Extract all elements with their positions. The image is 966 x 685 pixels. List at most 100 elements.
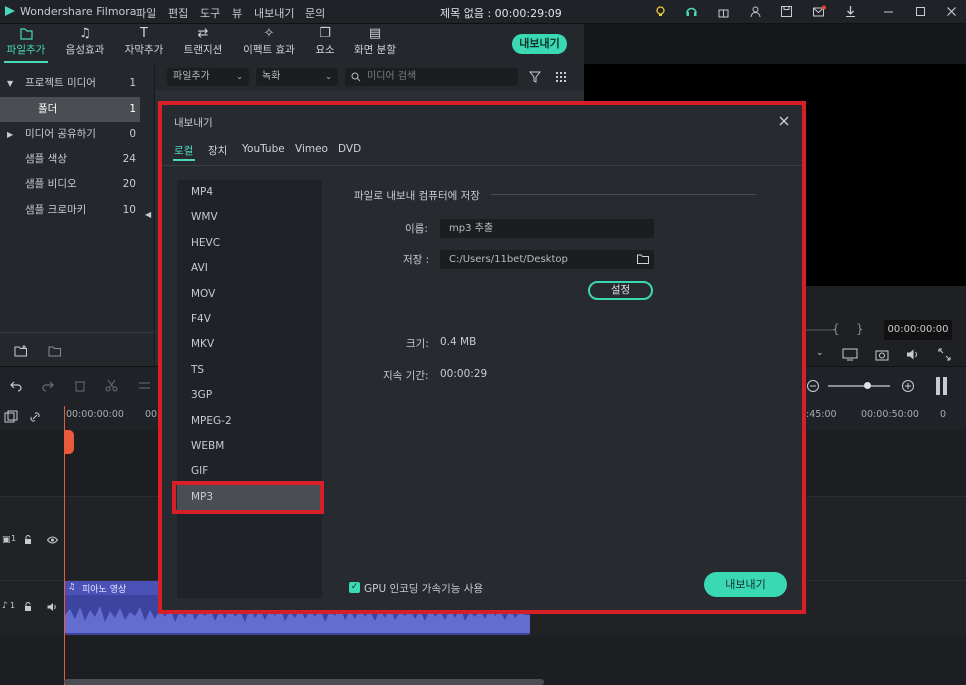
lightbulb-icon[interactable] [654, 5, 667, 18]
lock-icon[interactable] [24, 535, 32, 545]
name-input[interactable]: mp3 추출 [440, 219, 654, 238]
redo-icon[interactable] [41, 380, 54, 392]
expand-down-icon[interactable]: ▼ [7, 71, 13, 96]
adjust-icon[interactable] [138, 379, 151, 392]
tab-split-screen[interactable]: ▤ 화면 분할 [352, 26, 398, 62]
size-label: 크기: [406, 338, 429, 350]
eye-icon[interactable] [47, 536, 58, 544]
save-path-input[interactable]: C:/Users/11bet/Desktop [440, 250, 654, 269]
sidebar-item-sample-colors[interactable]: 샘플 색상 24 [0, 147, 154, 172]
format-item-webm[interactable]: WEBM [177, 434, 322, 459]
folder-icon [20, 28, 33, 40]
duration-label: 지속 기간: [383, 370, 429, 382]
sidebar-item-sample-videos[interactable]: 샘플 비디오 20 [0, 172, 154, 197]
tab-audio-label: 음성효과 [65, 44, 105, 56]
filter-icon[interactable] [529, 71, 541, 83]
display-icon[interactable] [842, 348, 858, 361]
add-track-icon[interactable] [4, 410, 18, 424]
tab-effects-label: 이펙트 효과 [243, 44, 295, 56]
format-item-3gp[interactable]: 3GP [177, 383, 322, 408]
account-icon[interactable] [749, 5, 762, 18]
tab-audio[interactable]: ♫ 음성효과 [62, 26, 108, 62]
delete-icon[interactable] [74, 379, 86, 392]
tab-import-label: 파일추가 [6, 44, 46, 56]
menu-view[interactable]: 뷰 [232, 5, 242, 21]
menu-edit[interactable]: 편집 [168, 5, 188, 21]
speaker-icon[interactable] [47, 602, 58, 612]
folder-outline-icon[interactable] [48, 345, 62, 357]
format-item-wmv[interactable]: WMV [177, 205, 322, 230]
headset-icon[interactable] [685, 5, 698, 18]
audio-clip-title: 피아노 영상 [82, 585, 127, 595]
tab-transitions[interactable]: ⇄ 트랜지션 [180, 26, 226, 62]
tab-dvd[interactable]: DVD [338, 143, 361, 155]
menu-tools[interactable]: 도구 [200, 5, 220, 21]
menu-file[interactable]: 파일 [136, 5, 156, 21]
timeline-scrollbar[interactable] [64, 679, 544, 685]
format-item-mov[interactable]: MOV [177, 282, 322, 307]
minimize-icon[interactable] [882, 5, 895, 18]
split-screen-icon: ▤ [368, 26, 382, 41]
cut-icon[interactable] [105, 379, 118, 392]
format-item-mp4[interactable]: MP4 [177, 180, 322, 205]
gpu-acceleration-checkbox[interactable]: ✓ [349, 582, 360, 593]
mark-in-button[interactable]: { [832, 322, 840, 336]
sidebar-item-project-media[interactable]: ▼ 프로젝트 미디어 1 [0, 71, 154, 96]
dialog-title: 내보내기 [174, 117, 213, 129]
export-button[interactable]: 내보내기 [704, 572, 787, 597]
tab-vimeo[interactable]: Vimeo [295, 143, 328, 155]
volume-icon[interactable] [906, 348, 920, 361]
fullscreen-icon[interactable] [938, 348, 951, 361]
menu-help[interactable]: 문의 [305, 5, 325, 21]
settings-button[interactable]: 설정 [588, 281, 653, 300]
export-button-top[interactable]: 내보내기 [512, 34, 567, 54]
collapse-panel-icon[interactable]: ◀ [145, 210, 151, 219]
project-title: 제목 없음 : 00:00:29:09 [440, 7, 562, 20]
tab-device[interactable]: 장치 [208, 143, 227, 158]
maximize-icon[interactable] [914, 5, 927, 18]
media-search-input[interactable]: 미디어 검색 [345, 68, 518, 86]
sidebar-item-shared-media[interactable]: ▶ 미디어 공유하기 0 [0, 122, 154, 147]
lock-icon[interactable] [24, 602, 32, 612]
gift-icon[interactable] [717, 5, 730, 18]
zoom-out-icon[interactable] [806, 379, 820, 393]
browse-folder-icon[interactable] [637, 254, 649, 264]
format-item-ts[interactable]: TS [177, 358, 322, 383]
format-item-avi[interactable]: AVI [177, 256, 322, 281]
format-item-mkv[interactable]: MKV [177, 332, 322, 357]
zoom-slider-handle[interactable] [864, 382, 871, 389]
chevron-down-icon: ⌄ [325, 72, 332, 81]
tab-local[interactable]: 로컬 [174, 143, 193, 158]
tab-effects[interactable]: ✧ 이펙트 효과 [240, 26, 298, 62]
window-close-icon[interactable] [945, 5, 958, 18]
format-item-f4v[interactable]: F4V [177, 307, 322, 332]
snapshot-camera-icon[interactable] [875, 348, 889, 361]
expand-right-icon[interactable]: ▶ [7, 122, 13, 147]
sidebar-item-sample-chroma[interactable]: 샘플 크로마키 10 [0, 198, 154, 223]
sidebar-item-folder[interactable]: 폴더 1 [0, 97, 140, 122]
format-item-mpeg2[interactable]: MPEG-2 [177, 409, 322, 434]
link-icon[interactable] [28, 410, 42, 424]
mail-icon[interactable] [812, 5, 826, 18]
tab-titles[interactable]: T 자막추가 [120, 26, 168, 62]
undo-icon[interactable] [10, 380, 23, 392]
menu-export[interactable]: 내보내기 [254, 5, 294, 21]
mark-out-button[interactable]: } [856, 322, 864, 336]
zoom-slider[interactable] [828, 385, 890, 387]
save-icon[interactable] [780, 5, 793, 18]
tab-elements[interactable]: ❐ 요소 [310, 26, 340, 62]
download-icon[interactable] [844, 5, 857, 18]
search-icon [351, 72, 361, 82]
quality-dropdown-chevron-icon[interactable]: ⌄ [816, 348, 824, 358]
tab-titles-label: 자막추가 [124, 44, 164, 56]
tab-import[interactable]: 파일추가 [4, 26, 48, 62]
playhead-handle[interactable] [64, 430, 74, 454]
grid-view-icon[interactable] [555, 71, 567, 83]
close-icon[interactable] [778, 115, 790, 127]
format-item-hevc[interactable]: HEVC [177, 231, 322, 256]
new-folder-icon[interactable] [14, 345, 28, 357]
record-dropdown[interactable]: 녹화 ⌄ [256, 68, 338, 86]
tab-youtube[interactable]: YouTube [242, 143, 285, 155]
import-dropdown[interactable]: 파일추가 ⌄ [167, 68, 249, 86]
zoom-in-icon[interactable] [901, 379, 915, 393]
